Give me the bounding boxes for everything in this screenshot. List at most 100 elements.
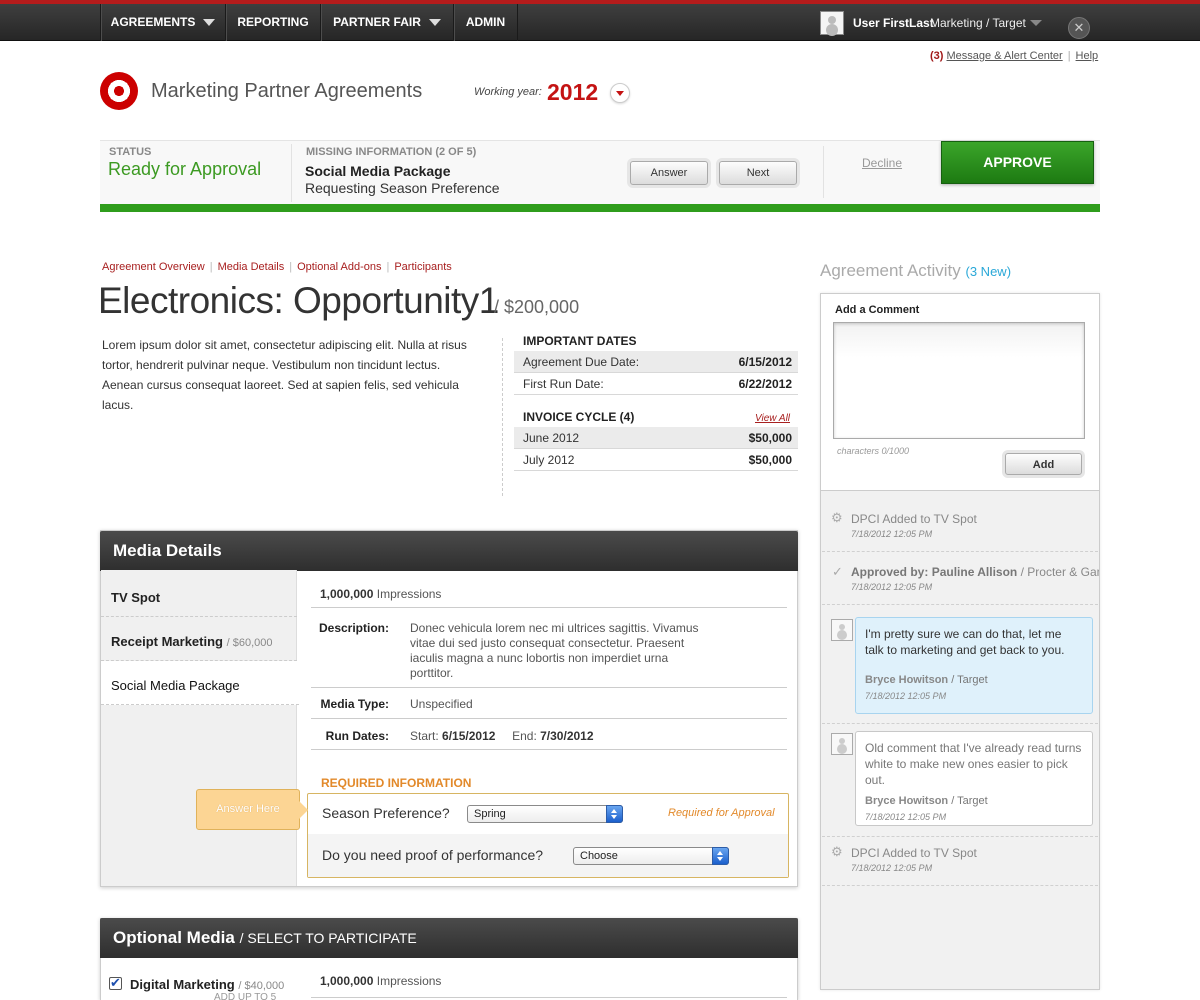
chevron-down-icon [203,19,216,26]
divider [311,749,787,750]
comment-author: Bryce Howitson / Target [865,793,1083,809]
comment-author-org: / Target [951,674,988,686]
table-row: July 2012 $50,000 [514,449,798,471]
activity-new-count[interactable]: (3 New) [966,264,1012,279]
date-value: 6/15/2012 [738,355,792,369]
activity-title-text: Agreement Activity [820,261,961,280]
working-year-value: 2012 [547,79,599,105]
optional-item-digital-marketing[interactable]: Digital Marketing / $40,000 [130,977,284,992]
gear-icon: ⚙ [831,510,843,525]
optional-impressions-value: 1,000,000 [320,974,374,988]
optional-impressions-label: Impressions [376,974,442,988]
nav-agreements[interactable]: AGREEMENTS [100,4,225,41]
comment-input[interactable] [833,322,1085,439]
date-label: Agreement Due Date: [523,355,640,369]
chevron-down-icon [1030,20,1042,26]
table-row: June 2012 $50,000 [514,427,798,449]
next-button[interactable]: Next [719,161,797,185]
activity-text: DPCI Added to TV Spot [851,512,977,526]
optional-impressions: 1,000,000 Impressions [320,974,441,988]
divider [822,885,1098,886]
comment-author-org: / Target [951,795,988,807]
table-row: Agreement Due Date: 6/15/2012 [514,351,798,373]
breadcrumb: Agreement Overview | Media Details | Optiona… [102,261,452,273]
impressions-value: 1,000,000 [320,587,374,601]
nav-reporting[interactable]: REPORTING [225,4,320,41]
decline-link[interactable]: Decline [862,156,902,170]
view-all-link[interactable]: View All [755,413,790,424]
status-value: Ready for Approval [108,159,262,179]
page-amount: / $200,000 [494,297,580,317]
media-item-price: / $60,000 [226,637,273,649]
working-year-dropdown-icon[interactable] [610,83,630,103]
add-comment-label: Add a Comment [835,304,920,316]
end-label: End: [512,729,537,743]
optional-item-note: ADD UP TO 5 [214,992,277,1000]
avatar [831,619,853,641]
nav-admin-label: ADMIN [465,15,506,29]
divider [311,718,787,719]
user-name: User FirstLast [853,16,934,30]
date-label: First Run Date: [523,377,604,391]
message-alert-center-link[interactable]: Message & Alert Center [947,50,1063,62]
nav-reporting-label: REPORTING [237,15,309,29]
run-dates-label: Run Dates: [325,729,389,743]
season-preference-select[interactable]: Spring [467,805,623,823]
help-link[interactable]: Help [1076,50,1099,62]
add-comment-button[interactable]: Add [1005,453,1082,475]
divider [291,144,292,202]
approve-button[interactable]: APPROVE [941,141,1094,184]
optional-media-subtitle: / SELECT TO PARTICIPATE [239,930,417,946]
optional-item-price: / $40,000 [238,980,285,992]
avatar [831,733,853,755]
breadcrumb-participants[interactable]: Participants [394,261,451,273]
proof-of-performance-value: Choose [580,850,618,862]
digital-marketing-checkbox[interactable] [109,975,122,991]
optional-media-title: Optional Media [113,928,235,947]
divider [822,604,1098,605]
divider [822,723,1098,724]
approver-org: / Procter & Gamble [1020,565,1099,579]
breadcrumb-agreement-overview[interactable]: Agreement Overview [102,261,205,273]
impressions-label: Impressions [376,587,442,601]
activity-text: Approved by: Pauline Allison / Procter &… [851,565,1099,579]
nav-partner-fair[interactable]: PARTNER FAIR [320,4,453,41]
divider [823,146,824,198]
media-item-receipt-marketing[interactable]: Receipt Marketing / $60,000 [101,617,297,661]
breadcrumb-optional-addons[interactable]: Optional Add-ons [297,261,381,273]
media-item-name: Receipt Marketing [111,634,223,649]
page-title: Electronics: Opportunity1 [98,280,499,321]
breadcrumb-separator: | [209,261,213,273]
nav-partner-fair-label: PARTNER FAIR [333,15,421,29]
breadcrumb-media-details[interactable]: Media Details [218,261,285,273]
header-links: (3) Message & Alert Center | Help [930,50,1098,62]
media-item-tv-spot[interactable]: TV Spot [101,573,297,617]
proof-of-performance-select[interactable]: Choose [573,847,729,865]
breadcrumb-separator: | [386,261,390,273]
media-item-social-media-package[interactable]: Social Media Package [101,661,299,705]
end-value: 7/30/2012 [540,729,594,743]
answer-button[interactable]: Answer [630,161,708,185]
divider [822,836,1098,837]
working-year-label: Working year: [474,86,542,98]
missing-info-title: Social Media Package [305,163,451,179]
missing-info-label: MISSING INFORMATION (2 of 5) [306,146,477,158]
page-description: Lorem ipsum dolor sit amet, consectetur … [102,338,467,412]
optional-media-header: Optional Media / SELECT TO PARTICIPATE [100,918,798,958]
description-value: Donec vehicula lorem nec mi ultrices sag… [410,621,699,680]
invoice-value: $50,000 [748,431,792,445]
invoice-value: $50,000 [748,453,792,467]
activity-time: 7/18/2012 12:05 PM [851,529,933,539]
description-label: Description: [318,621,389,635]
answer-here-callout: Answer Here [196,789,308,830]
important-dates-title: IMPORTANT DATES [523,334,637,348]
date-value: 6/22/2012 [738,377,792,391]
select-arrows-icon [606,805,623,823]
alert-count: (3) [930,50,944,62]
start-value: 6/15/2012 [442,729,496,743]
close-button[interactable]: ✕ [1068,17,1090,39]
nav-admin[interactable]: ADMIN [453,4,518,41]
comment-bubble-read: Old comment that I've already read turns… [855,731,1093,826]
top-nav-bar: AGREEMENTS REPORTING PARTNER FAIR ADMIN … [0,4,1200,41]
missing-info-subtitle: Requesting Season Preference [305,180,500,196]
